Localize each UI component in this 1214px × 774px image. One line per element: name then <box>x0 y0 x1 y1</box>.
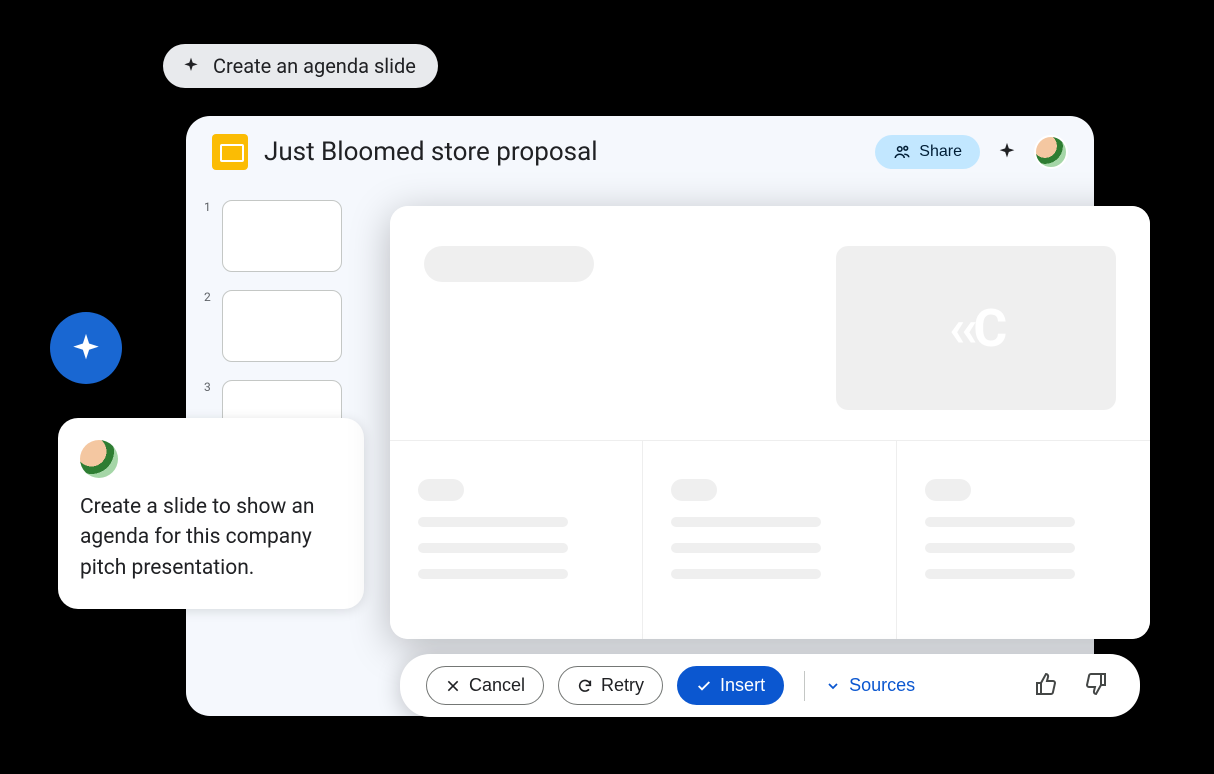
prompt-card: Create a slide to show an agenda for thi… <box>58 418 364 609</box>
slides-app-icon <box>212 134 248 170</box>
thumb-number: 2 <box>204 290 214 304</box>
sparkle-icon[interactable] <box>996 141 1018 163</box>
agenda-column <box>643 441 896 639</box>
thumb-number: 1 <box>204 200 214 214</box>
text-placeholder <box>925 543 1075 553</box>
insert-button[interactable]: Insert <box>677 666 784 705</box>
slide-thumbnail[interactable] <box>222 200 342 272</box>
heading-placeholder <box>671 479 717 501</box>
prompt-text: Create a slide to show an agenda for thi… <box>80 492 342 583</box>
suggestion-label: Create an agenda slide <box>213 54 416 78</box>
text-placeholder <box>925 517 1075 527</box>
text-placeholder <box>671 543 821 553</box>
placeholder-logo: ‹‹C <box>949 298 1003 359</box>
sparkle-icon <box>69 331 103 365</box>
agenda-column <box>390 441 643 639</box>
heading-placeholder <box>418 479 464 501</box>
divider <box>804 671 805 701</box>
thumbs-up-icon <box>1034 672 1058 696</box>
text-placeholder <box>671 569 821 579</box>
generated-slide-preview: ‹‹C <box>390 206 1150 639</box>
text-placeholder <box>418 517 568 527</box>
close-icon <box>445 678 461 694</box>
cancel-button[interactable]: Cancel <box>426 666 544 705</box>
sources-label: Sources <box>849 675 915 696</box>
text-placeholder <box>671 517 821 527</box>
thumbs-up-button[interactable] <box>1028 666 1064 705</box>
action-bar: Cancel Retry Insert Sources <box>400 654 1140 717</box>
agenda-column <box>897 441 1150 639</box>
thumbs-down-icon <box>1084 672 1108 696</box>
share-label: Share <box>919 143 962 161</box>
slide-thumbnail[interactable] <box>222 290 342 362</box>
insert-label: Insert <box>720 675 765 696</box>
app-header: Just Bloomed store proposal Share <box>186 116 1094 184</box>
heading-placeholder <box>925 479 971 501</box>
slide-thumbnails: 1 2 3 <box>204 200 342 452</box>
text-placeholder <box>418 543 568 553</box>
thumbs-down-button[interactable] <box>1078 666 1114 705</box>
image-placeholder: ‹‹C <box>836 246 1116 410</box>
generated-slide[interactable]: ‹‹C <box>390 206 1150 639</box>
thumb-number: 3 <box>204 380 214 394</box>
people-icon <box>893 143 911 161</box>
sparkle-icon <box>181 56 201 76</box>
sources-button[interactable]: Sources <box>825 675 915 696</box>
avatar <box>80 440 118 478</box>
cancel-label: Cancel <box>469 675 525 696</box>
title-placeholder <box>424 246 594 282</box>
retry-button[interactable]: Retry <box>558 666 663 705</box>
check-icon <box>696 678 712 694</box>
chevron-down-icon <box>825 678 841 694</box>
thumbnail-row[interactable]: 2 <box>204 290 342 362</box>
thumbnail-row[interactable]: 1 <box>204 200 342 272</box>
avatar[interactable] <box>1034 135 1068 169</box>
share-button[interactable]: Share <box>875 135 980 169</box>
document-title[interactable]: Just Bloomed store proposal <box>264 137 859 167</box>
suggestion-chip[interactable]: Create an agenda slide <box>163 44 438 88</box>
refresh-icon <box>577 678 593 694</box>
ai-assistant-button[interactable] <box>50 312 122 384</box>
text-placeholder <box>418 569 568 579</box>
text-placeholder <box>925 569 1075 579</box>
retry-label: Retry <box>601 675 644 696</box>
